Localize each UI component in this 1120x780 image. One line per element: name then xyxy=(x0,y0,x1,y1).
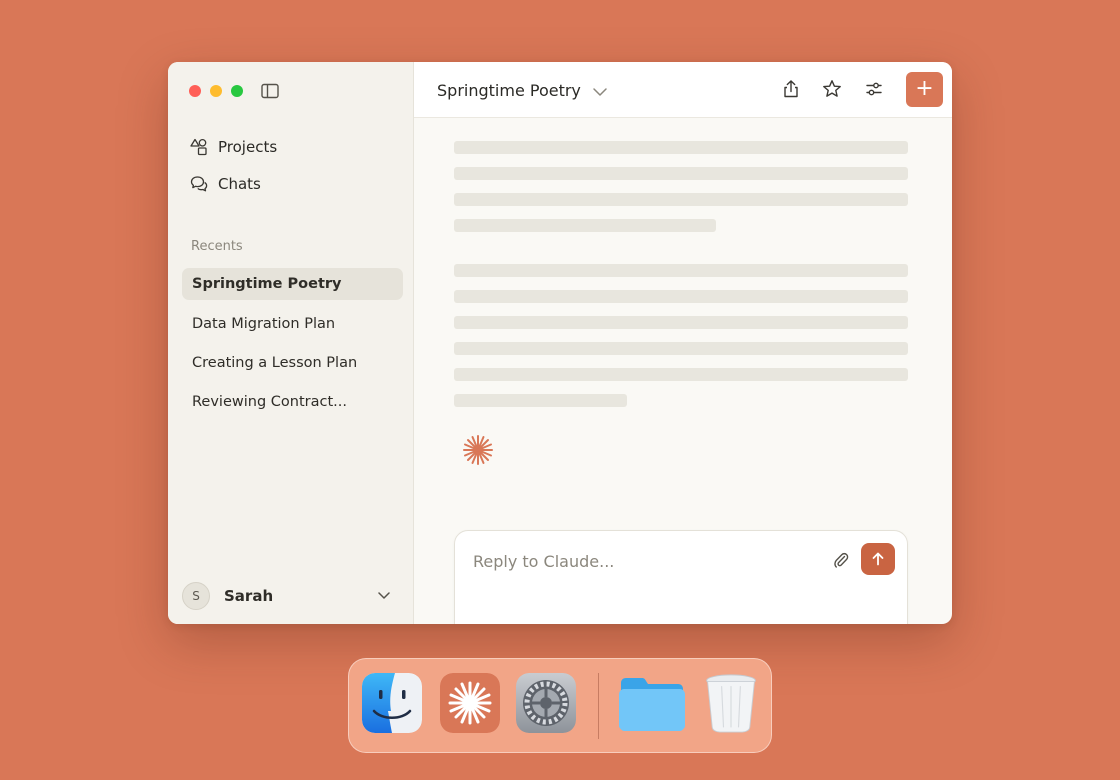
recent-chat-item[interactable]: Springtime Poetry xyxy=(182,268,403,300)
star-icon[interactable] xyxy=(822,79,842,99)
sidebar-item-label: Chats xyxy=(218,175,261,193)
reply-input[interactable] xyxy=(471,547,815,575)
sliders-icon[interactable] xyxy=(864,79,884,99)
folder-icon[interactable] xyxy=(617,673,687,733)
recent-chat-item[interactable]: Creating a Lesson Plan xyxy=(182,347,403,379)
chat-header: Springtime Poetry + xyxy=(414,62,952,118)
zoom-window-button[interactable] xyxy=(231,85,243,97)
loading-text-line xyxy=(454,193,908,206)
shapes-icon xyxy=(190,138,207,156)
close-window-button[interactable] xyxy=(189,85,201,97)
sidebar-item-label: Projects xyxy=(218,138,278,156)
loading-text-line xyxy=(454,264,908,277)
sidebar-item-chats[interactable]: Chats xyxy=(190,175,261,193)
loading-text-line xyxy=(454,167,908,180)
user-name: Sarah xyxy=(224,587,274,605)
recent-chat-item[interactable]: Data Migration Plan xyxy=(182,308,403,340)
dock-divider xyxy=(598,673,599,739)
system-settings-icon[interactable] xyxy=(516,673,576,733)
loading-text-line xyxy=(454,342,908,355)
finder-icon[interactable] xyxy=(362,673,422,733)
trash-icon[interactable] xyxy=(701,673,761,733)
loading-text-line xyxy=(454,141,908,154)
user-menu[interactable]: S Sarah xyxy=(182,581,403,611)
recent-chat-item[interactable]: Reviewing Contract... xyxy=(182,386,403,418)
loading-text-line xyxy=(454,368,908,381)
loading-text-line xyxy=(454,316,908,329)
window-controls xyxy=(189,85,243,97)
reply-composer xyxy=(454,530,908,624)
dock xyxy=(348,658,772,753)
chat-panel: Springtime Poetry + xyxy=(414,62,952,624)
chevron-down-icon[interactable] xyxy=(377,588,391,602)
app-window: Projects Chats Recents Springtime Poetry… xyxy=(168,62,952,624)
loading-text-line xyxy=(454,394,627,407)
paperclip-icon[interactable] xyxy=(833,551,849,569)
new-chat-button[interactable]: + xyxy=(906,72,943,107)
sidebar: Projects Chats Recents Springtime Poetry… xyxy=(168,62,414,624)
sidebar-toggle-icon[interactable] xyxy=(261,83,279,99)
avatar: S xyxy=(182,582,210,610)
recents-heading: Recents xyxy=(191,239,243,254)
minimize-window-button[interactable] xyxy=(210,85,222,97)
chevron-down-icon[interactable] xyxy=(592,84,608,100)
share-icon[interactable] xyxy=(781,79,801,99)
chat-bubbles-icon xyxy=(190,176,208,192)
arrow-up-icon xyxy=(872,552,884,566)
claude-spark-icon xyxy=(463,435,493,465)
loading-text-line xyxy=(454,219,716,232)
loading-text-line xyxy=(454,290,908,303)
send-button[interactable] xyxy=(861,543,895,575)
sidebar-item-projects[interactable]: Projects xyxy=(190,138,277,156)
plus-icon: + xyxy=(915,76,934,101)
claude-app-icon[interactable] xyxy=(440,673,500,733)
chat-title[interactable]: Springtime Poetry xyxy=(437,81,581,100)
